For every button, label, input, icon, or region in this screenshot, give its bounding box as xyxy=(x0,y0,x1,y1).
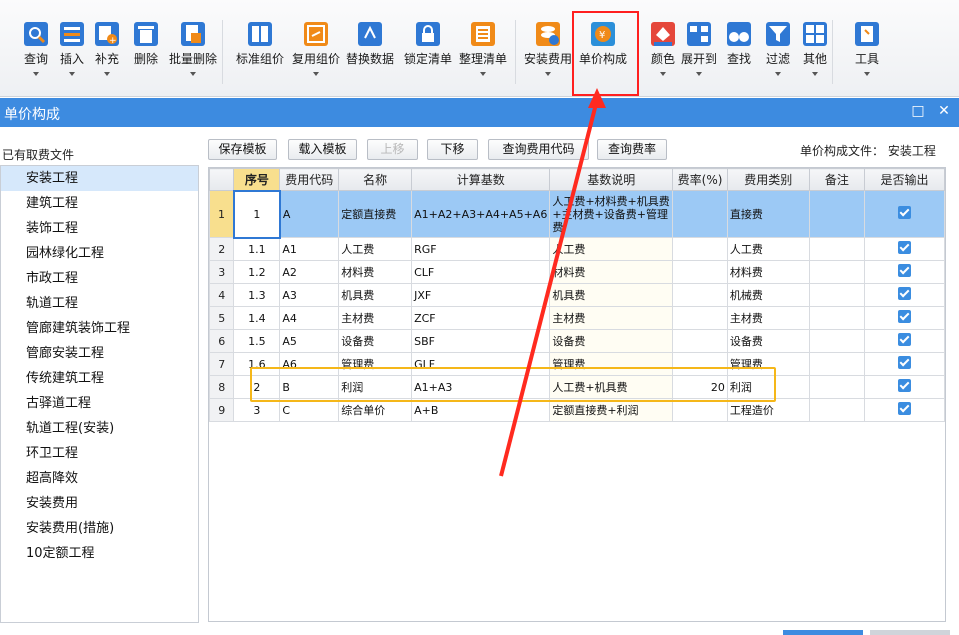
cancel-button-edge xyxy=(870,630,950,635)
annotation-arrow xyxy=(499,88,606,477)
ok-button-edge xyxy=(783,630,863,635)
